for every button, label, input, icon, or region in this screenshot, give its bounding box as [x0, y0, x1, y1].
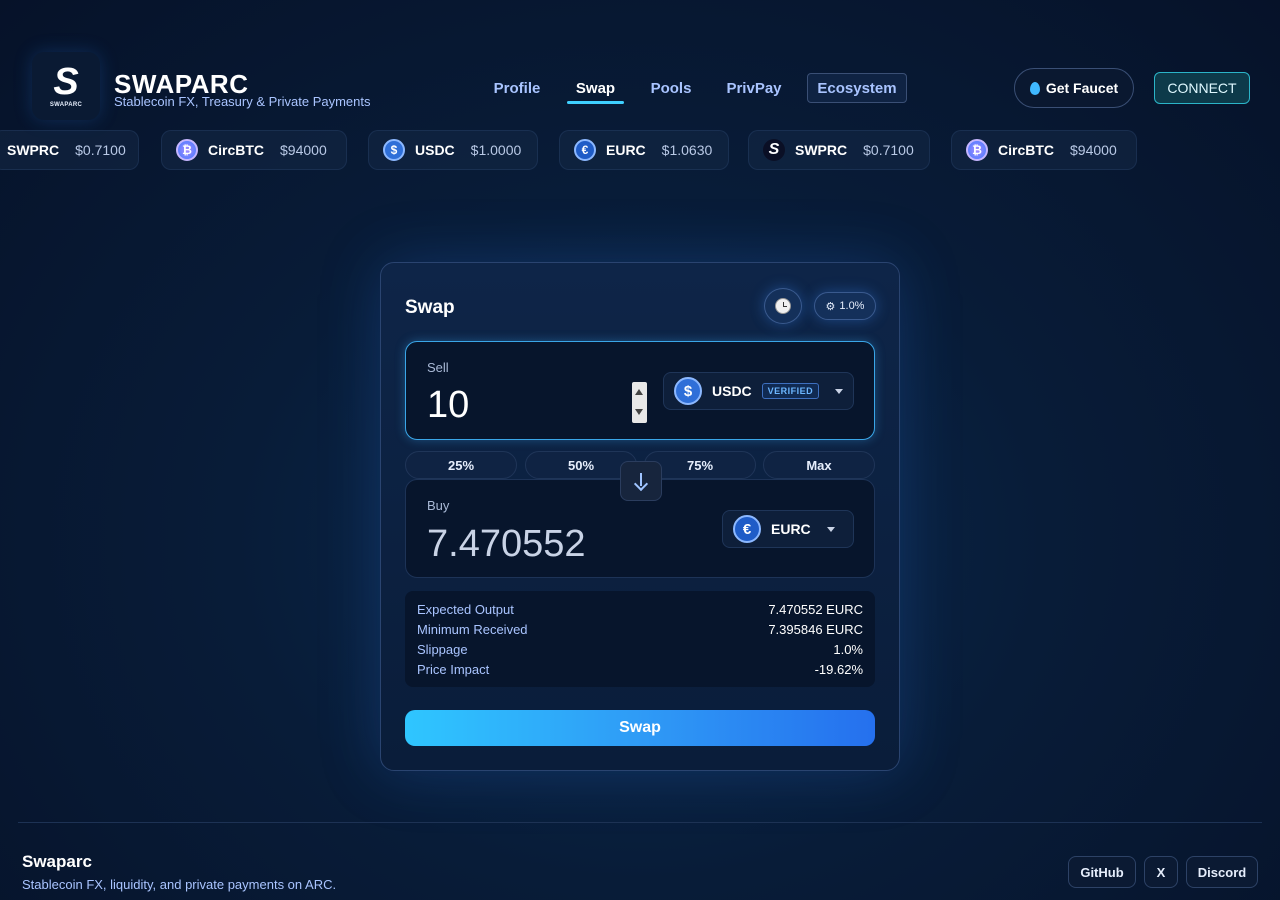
x-link[interactable]: X: [1144, 856, 1178, 888]
ticker-symbol: EURC: [606, 142, 646, 158]
droplet-icon: [1029, 81, 1040, 95]
ticker-price: $0.7100: [75, 142, 126, 158]
eurc-icon: €: [574, 139, 596, 161]
usdc-icon: $: [674, 377, 702, 405]
clock-icon: [775, 298, 791, 314]
swap-card: Swap ⚙ 1.0% Sell 10 $ USDC VERIFIED 25% …: [380, 262, 900, 771]
ticker-price: $1.0000: [470, 142, 522, 158]
price-ticker: SWPRC $0.7100 ₿ CircBTC $94000 $ USDC $1…: [0, 130, 1280, 170]
usdc-icon: $: [383, 139, 405, 161]
buy-token-name: EURC: [771, 521, 811, 537]
ticker-symbol: SWPRC: [795, 142, 848, 158]
discord-link[interactable]: Discord: [1186, 856, 1258, 888]
swap-details: Expected Output 7.470552 EURC Minimum Re…: [405, 591, 875, 687]
history-button[interactable]: [764, 288, 802, 324]
ticker-price: $94000: [280, 142, 327, 158]
percent-25-button[interactable]: 25%: [405, 451, 517, 479]
ticker-symbol: SWPRC: [7, 142, 60, 158]
ticker-item: ₿ CircBTC $94000: [161, 130, 347, 170]
buy-label: Buy: [427, 498, 450, 513]
detail-value: 7.395846 EURC: [768, 621, 863, 637]
swap-title: Swap: [405, 297, 455, 318]
detail-row: Price Impact -19.62%: [417, 659, 863, 679]
nav-pools[interactable]: Pools: [642, 73, 700, 103]
logo[interactable]: S SWAPARC: [32, 52, 100, 120]
footer-title: Swaparc: [22, 852, 92, 871]
ticker-item: S SWPRC $0.7100: [748, 130, 930, 170]
get-faucet-button[interactable]: Get Faucet: [1014, 68, 1134, 108]
connect-button[interactable]: CONNECT: [1154, 72, 1250, 104]
swap-submit-button[interactable]: Swap: [405, 710, 875, 746]
max-button[interactable]: Max: [763, 451, 875, 479]
footer-subtitle: Stablecoin FX, liquidity, and private pa…: [22, 877, 337, 892]
detail-value: -19.62%: [814, 661, 863, 677]
ticker-item: $ USDC $1.0000: [368, 130, 538, 170]
detail-label: Minimum Received: [417, 621, 528, 637]
detail-label: Price Impact: [417, 661, 490, 677]
sell-token-name: USDC: [712, 383, 752, 399]
flip-tokens-button[interactable]: [620, 461, 662, 501]
ticker-item: SWPRC $0.7100: [0, 130, 139, 170]
circbtc-icon: ₿: [966, 139, 988, 161]
detail-label: Slippage: [417, 641, 468, 657]
nav-privpay[interactable]: PrivPay: [718, 73, 790, 103]
logo-letter: S: [53, 61, 79, 103]
footer-divider: [18, 822, 1262, 823]
chevron-down-icon: [826, 526, 835, 532]
ticker-price: $94000: [1070, 142, 1117, 158]
faucet-label: Get Faucet: [1045, 80, 1119, 96]
sell-panel: Sell 10 $ USDC VERIFIED: [405, 341, 875, 440]
sell-token-selector[interactable]: $ USDC VERIFIED: [663, 372, 854, 410]
slippage-badge: 1.0%: [839, 300, 865, 312]
ticker-price: $1.0630: [661, 142, 713, 158]
detail-row: Slippage 1.0%: [417, 639, 863, 659]
nav-ecosystem[interactable]: Ecosystem: [807, 73, 907, 103]
ticker-symbol: CircBTC: [208, 142, 265, 158]
nav-swap[interactable]: Swap: [567, 73, 624, 104]
detail-value: 7.470552 EURC: [768, 601, 863, 617]
detail-row: Minimum Received 7.395846 EURC: [417, 619, 863, 639]
detail-label: Expected Output: [417, 601, 514, 617]
ticker-symbol: CircBTC: [998, 142, 1055, 158]
buy-token-selector[interactable]: € EURC: [722, 510, 854, 548]
slippage-settings-button[interactable]: ⚙ 1.0%: [814, 292, 876, 320]
ticker-item: € EURC $1.0630: [559, 130, 729, 170]
buy-amount-output: 7.470552: [427, 523, 586, 565]
header: S SWAPARC SWAPARC Stablecoin FX, Treasur…: [0, 0, 1280, 125]
verified-badge: VERIFIED: [761, 383, 820, 399]
amount-stepper[interactable]: [632, 382, 647, 423]
ticker-price: $0.7100: [863, 142, 914, 158]
circbtc-icon: ₿: [176, 139, 198, 161]
ticker-symbol: USDC: [415, 142, 455, 158]
arrow-down-icon: [634, 473, 648, 489]
chevron-down-icon: [835, 388, 844, 394]
eurc-icon: €: [733, 515, 761, 543]
github-link[interactable]: GitHub: [1068, 856, 1136, 888]
logo-word: SWAPARC: [49, 102, 83, 108]
sell-label: Sell: [427, 360, 449, 375]
gear-icon: ⚙: [825, 300, 836, 313]
detail-row: Expected Output 7.470552 EURC: [417, 599, 863, 619]
nav-profile[interactable]: Profile: [486, 73, 548, 103]
swprc-icon: S: [763, 139, 785, 161]
detail-value: 1.0%: [833, 641, 863, 657]
ticker-item: ₿ CircBTC $94000: [951, 130, 1137, 170]
brand-subtitle: Stablecoin FX, Treasury & Private Paymen…: [114, 94, 371, 109]
sell-amount-input[interactable]: 10: [427, 384, 469, 427]
